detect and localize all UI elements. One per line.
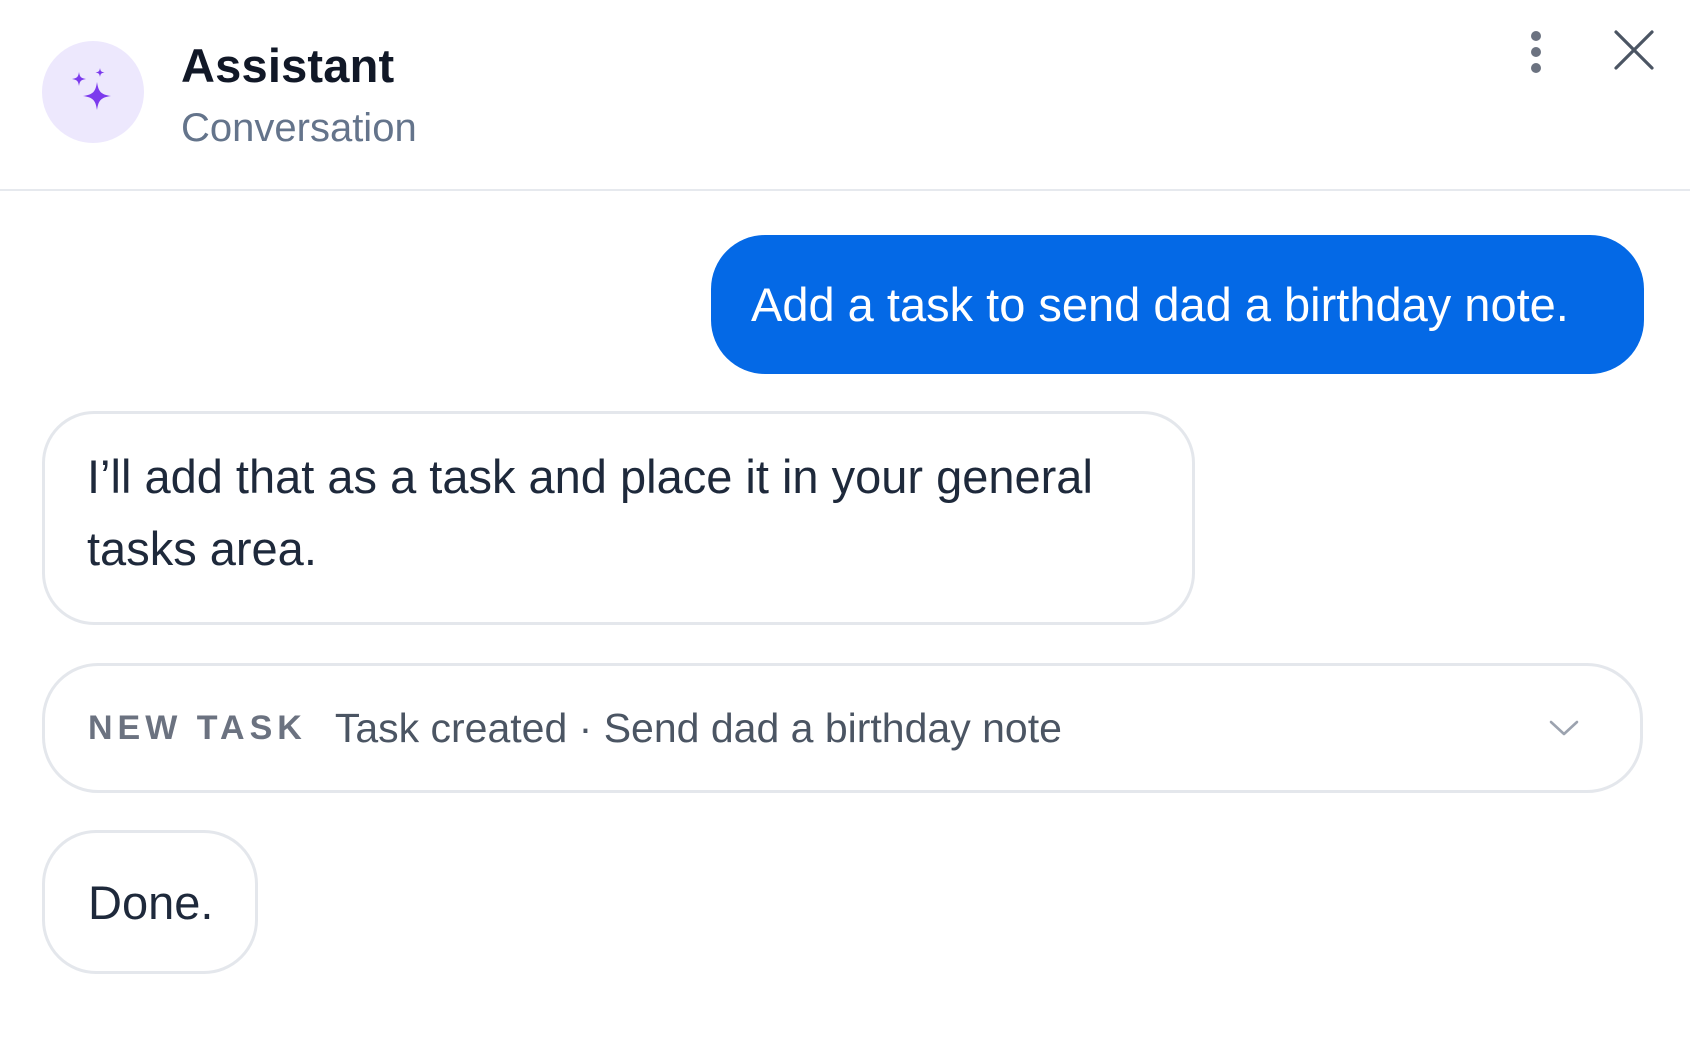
close-button[interactable] bbox=[1608, 22, 1660, 78]
panel-header: Assistant Conversation bbox=[0, 0, 1690, 191]
more-options-button[interactable] bbox=[1514, 20, 1558, 84]
user-message-bubble: Add a task to send dad a birthday note. bbox=[711, 235, 1644, 374]
chevron-down-icon bbox=[1549, 720, 1579, 736]
sparkles-icon bbox=[72, 68, 111, 110]
more-vertical-icon bbox=[1531, 31, 1541, 73]
assistant-message-text: Done. bbox=[88, 875, 214, 929]
assistant-message-text: I’ll add that as a task and place it in … bbox=[87, 450, 1093, 575]
assistant-message-bubble: Done. bbox=[42, 830, 258, 974]
user-message-text: Add a task to send dad a birthday note. bbox=[751, 278, 1569, 331]
assistant-avatar bbox=[42, 41, 144, 143]
task-created-card[interactable]: NEW TASK Task created · Send dad a birth… bbox=[42, 663, 1643, 793]
close-icon bbox=[1614, 30, 1654, 70]
expand-task-toggle[interactable] bbox=[1546, 716, 1582, 740]
assistant-panel: Assistant Conversation Add a task to sen… bbox=[0, 0, 1690, 1060]
task-created-text: Task created · Send dad a birthday note bbox=[334, 704, 1062, 751]
page-title: Assistant bbox=[181, 39, 395, 92]
assistant-message-bubble: I’ll add that as a task and place it in … bbox=[42, 411, 1195, 625]
new-task-badge: NEW TASK bbox=[88, 708, 307, 747]
page-subtitle: Conversation bbox=[181, 106, 417, 150]
